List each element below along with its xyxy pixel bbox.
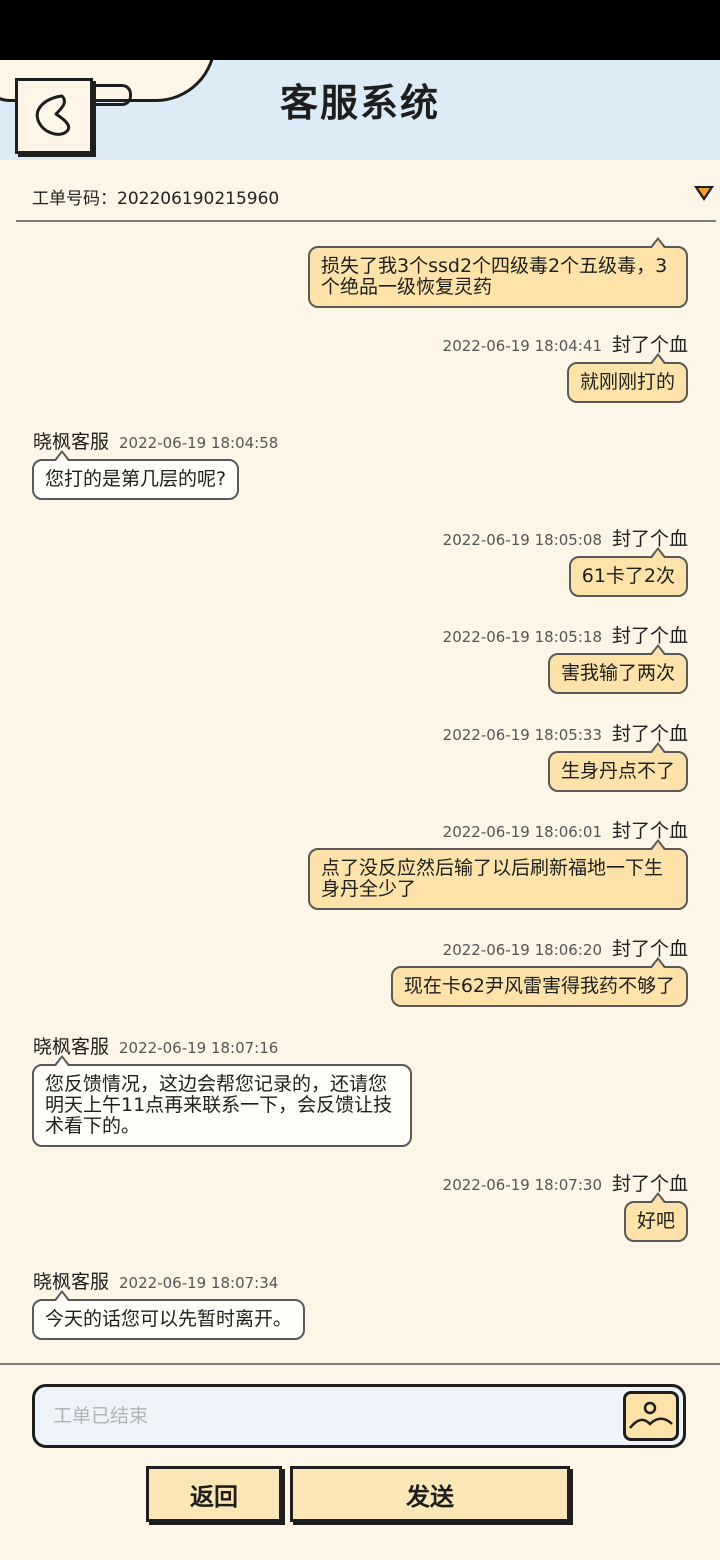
message-bubble: 61卡了2次 xyxy=(568,547,688,597)
page-title: 客服系统 xyxy=(279,81,440,125)
message-bubble: 您打的是第几层的呢? xyxy=(32,450,240,500)
message-bubble: 损失了我3个ssd2个四级毒2个五级毒，3个绝品一级恢复灵药 xyxy=(308,237,688,308)
message-bubble: 就刚刚打的 xyxy=(566,353,688,403)
sender-name: 晓枫客服 xyxy=(33,1036,110,1058)
ticket-number: 工单号码：202206190215960 xyxy=(32,189,280,209)
triangle-down-icon[interactable] xyxy=(694,186,714,201)
message-input-box xyxy=(32,1384,686,1448)
image-upload-button[interactable] xyxy=(623,1391,679,1441)
image-icon xyxy=(629,1401,673,1429)
status-bar xyxy=(0,0,720,60)
message-bubble: 生身丹点不了 xyxy=(547,742,688,792)
message-input[interactable] xyxy=(51,1395,615,1437)
message-bubble: 今天的话您可以先暂时离开。 xyxy=(32,1290,306,1340)
message-bubble: 害我输了两次 xyxy=(547,644,688,694)
message-time: 2022-06-19 18:07:34 xyxy=(119,1274,279,1292)
message-bubble: 点了没反应然后输了以后刷新福地一下生身丹全少了 xyxy=(308,839,688,910)
message-bubble: 现在卡62尹风雷害得我药不够了 xyxy=(390,957,688,1007)
divider xyxy=(0,1363,720,1365)
sender-name: 晓枫客服 xyxy=(33,431,110,453)
message-time: 2022-06-19 18:06:01 xyxy=(442,823,602,841)
message-time: 2022-06-19 18:04:58 xyxy=(119,434,279,452)
message-time: 2022-06-19 18:06:20 xyxy=(442,941,602,959)
message-time: 2022-06-19 18:05:08 xyxy=(442,531,602,549)
back-text-button[interactable]: 返回 xyxy=(146,1466,282,1522)
message-time: 2022-06-19 18:04:41 xyxy=(442,337,602,355)
message-bubble: 您反馈情况，这边会帮您记录的，还请您明天上午11点再来联系一下，会反馈让技术看下… xyxy=(32,1055,412,1147)
chat-list[interactable]: 损失了我3个ssd2个四级毒2个五级毒，3个绝品一级恢复灵药 2022-06-1… xyxy=(0,222,720,1362)
send-button[interactable]: 发送 xyxy=(290,1466,570,1522)
message-time: 2022-06-19 18:05:18 xyxy=(442,628,602,646)
message-bubble: 好吧 xyxy=(623,1192,688,1242)
message-time: 2022-06-19 18:07:30 xyxy=(442,1176,602,1194)
sender-name: 晓枫客服 xyxy=(33,1271,110,1293)
message-time: 2022-06-19 18:05:33 xyxy=(442,726,602,744)
message-time: 2022-06-19 18:07:16 xyxy=(119,1039,279,1057)
